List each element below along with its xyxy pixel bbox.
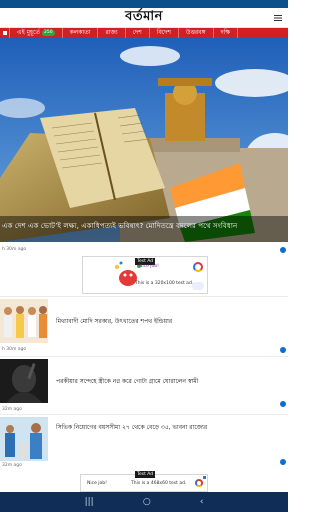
nav-item-abroad[interactable]: বিদেশ (150, 28, 179, 38)
share-icon[interactable] (280, 347, 286, 353)
nav-item-north-bengal[interactable]: উত্তরবঙ্গ (179, 28, 214, 38)
logo: বর্তমান (125, 9, 163, 24)
home-circle-icon[interactable]: ○ (143, 492, 151, 512)
live-count-badge: 250 (42, 29, 55, 36)
nav-item-label: এই মুহূর্তে (17, 29, 40, 36)
story-thumbnail (0, 299, 48, 343)
nav-item-kolkata[interactable]: কলকাতা (63, 28, 99, 38)
list-item[interactable]: পরকীয়ার সন্দেহে স্ত্রীকে নগ্ন করে গোটা … (0, 356, 288, 416)
category-nav: এই মুহূর্তে 250 কলকাতা রাজ্য দেশ বিদেশ উত… (0, 28, 288, 38)
share-icon[interactable] (280, 247, 286, 253)
nav-item-live[interactable]: এই মুহূর্তে 250 (10, 28, 63, 38)
menu-icon[interactable] (274, 14, 282, 22)
story-title[interactable]: পরকীয়ার সন্দেহে স্ত্রীকে নগ্ন করে গোটা … (56, 377, 282, 387)
ad-text: This is a 320x100 test ad. (135, 281, 194, 286)
share-icon[interactable] (280, 401, 286, 407)
ad-badge: Test Ad (135, 471, 156, 478)
ad-choices-icon[interactable] (203, 476, 206, 479)
ad-nice-text: Nice job! (139, 264, 159, 269)
timestamp: h 30m ago (2, 347, 27, 352)
android-nav-bar: ||| ○ ‹ (0, 492, 288, 512)
nav-item-country[interactable]: দেশ (126, 28, 150, 38)
nav-item-south[interactable]: দক্ষি (214, 28, 239, 38)
app-header: বর্তমান (0, 8, 288, 28)
back-icon[interactable]: ‹ (200, 492, 204, 512)
story-thumbnail (0, 417, 48, 461)
share-icon[interactable] (280, 459, 286, 465)
hero-meta: h 30m ago (0, 246, 288, 256)
hero-story[interactable]: এক দেশ এক ভোট’ই লক্ষ্য, একাধিপত্যই ভবিষ্… (0, 38, 288, 242)
timestamp: 32m ago (2, 463, 22, 468)
list-item[interactable]: মিথ্যাবাদী মোদি সরকার, উৎখাতের শপথ ইন্ডি… (0, 296, 288, 356)
nav-item-state[interactable]: রাজ্য (98, 28, 126, 38)
ad-text: This is a 468x60 test ad. (131, 481, 187, 486)
recents-icon[interactable]: ||| (85, 492, 94, 512)
list-item[interactable]: সিভিক নিয়োগের বয়সসীমা ২৭ থেকে বেড়ে ৩৫… (0, 414, 288, 474)
hero-title[interactable]: এক দেশ এক ভোট’ই লক্ষ্য, একাধিপত্যই ভবিষ্… (2, 220, 284, 232)
google-icon (193, 262, 203, 272)
ad-cta-button[interactable] (192, 282, 204, 290)
hero-image (0, 38, 288, 242)
google-icon (195, 479, 203, 487)
ad-nice-text: Nice job! (87, 481, 107, 486)
story-thumbnail (0, 359, 48, 403)
timestamp: h 30m ago (2, 247, 27, 252)
timestamp: 32m ago (2, 407, 22, 412)
home-icon[interactable] (0, 28, 10, 38)
ad-banner-bottom[interactable]: Test Ad Nice job! This is a 468x60 test … (80, 471, 208, 492)
story-title[interactable]: মিথ্যাবাদী মোদি সরকার, উৎখাতের শপথ ইন্ডি… (56, 317, 282, 327)
story-title[interactable]: সিভিক নিয়োগের বয়সসীমা ২৭ থেকে বেড়ে ৩৫… (56, 423, 282, 433)
ad-banner-top[interactable]: Test Ad Nice job! This is a 320x100 test… (82, 256, 208, 294)
